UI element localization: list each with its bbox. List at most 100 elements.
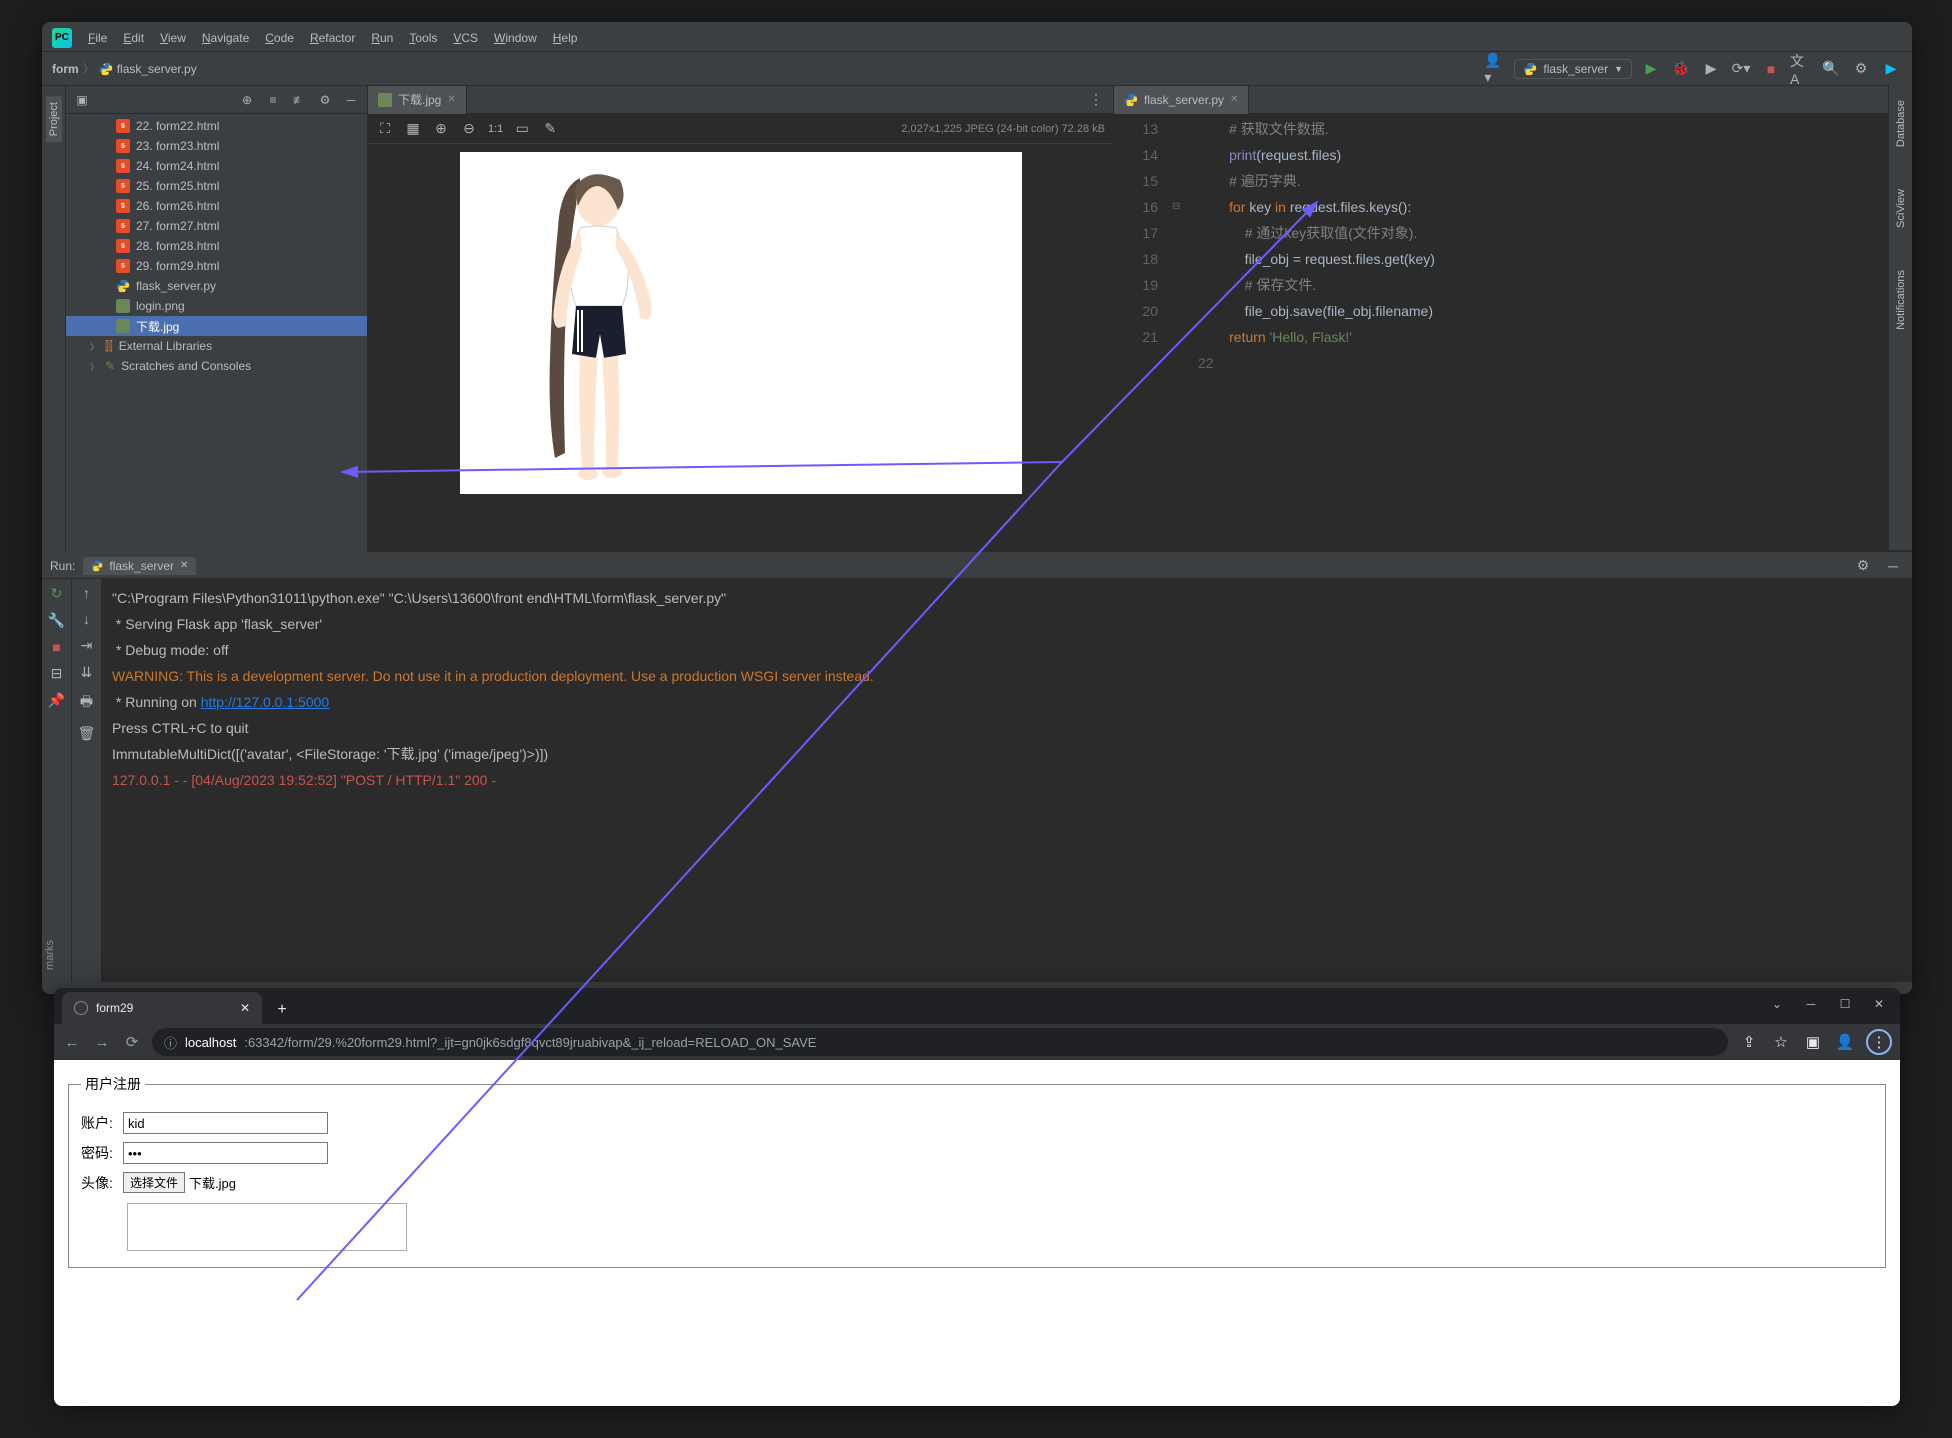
tree-file[interactable]: flask_server.py: [66, 276, 367, 296]
close-button[interactable]: ✕: [1864, 992, 1894, 1016]
print-icon[interactable]: 🖶: [80, 691, 93, 715]
menu-navigate[interactable]: Navigate: [194, 27, 257, 49]
stop-button[interactable]: ■: [1760, 58, 1782, 80]
run-tab[interactable]: flask_server ✕: [83, 557, 196, 575]
minimize-button[interactable]: ─: [1796, 992, 1826, 1016]
menu-vcs[interactable]: VCS: [445, 27, 486, 49]
tree-file[interactable]: 522. form22.html: [66, 116, 367, 136]
settings-icon[interactable]: ⚙: [1850, 58, 1872, 80]
breadcrumb-file[interactable]: flask_server.py: [117, 62, 197, 76]
close-tab-icon[interactable]: ✕: [447, 94, 455, 105]
down-icon[interactable]: ↓: [83, 611, 90, 627]
reload-button[interactable]: ⟳: [122, 1033, 142, 1051]
new-tab-button[interactable]: +: [268, 996, 296, 1024]
tree-file[interactable]: 524. form24.html: [66, 156, 367, 176]
layout-icon[interactable]: ⊟: [51, 665, 63, 682]
grid-icon[interactable]: ▦: [404, 120, 422, 137]
notifications-tool-tab[interactable]: Notifications: [1893, 264, 1909, 336]
menu-code[interactable]: Code: [257, 27, 302, 49]
menu-run[interactable]: Run: [363, 27, 401, 49]
tree-lib[interactable]: 〉✎Scratches and Consoles: [66, 356, 367, 376]
project-tool-tab[interactable]: Project: [46, 96, 62, 142]
maximize-button[interactable]: ☐: [1830, 992, 1860, 1016]
project-view-icon[interactable]: ▣: [72, 90, 92, 110]
eyedropper-icon[interactable]: ✎: [541, 120, 559, 137]
fit-icon[interactable]: ▭: [513, 120, 531, 137]
close-tab-icon[interactable]: ✕: [1230, 94, 1238, 105]
database-tool-tab[interactable]: Database: [1893, 94, 1909, 153]
project-tree[interactable]: 522. form22.html523. form23.html524. for…: [66, 114, 367, 552]
coverage-button[interactable]: ▶: [1700, 58, 1722, 80]
menu-edit[interactable]: Edit: [115, 27, 152, 49]
wrap-icon[interactable]: ⇥: [81, 637, 93, 654]
console-link[interactable]: http://127.0.0.1:5000: [201, 694, 329, 710]
run-settings-icon[interactable]: ⚙: [1852, 555, 1874, 577]
gear-icon[interactable]: ⚙: [315, 90, 335, 110]
expand-icon[interactable]: ≡: [263, 90, 283, 110]
menu-help[interactable]: Help: [545, 27, 586, 49]
editor-tab-image[interactable]: 下载.jpg ✕: [368, 86, 467, 114]
hide-icon[interactable]: ─: [341, 90, 361, 110]
breadcrumb-root[interactable]: form: [52, 62, 79, 76]
run-config-selector[interactable]: flask_server ▼: [1514, 59, 1632, 79]
fullscreen-icon[interactable]: ⛶: [376, 120, 394, 137]
close-tab-icon[interactable]: ✕: [240, 1001, 250, 1015]
run-button[interactable]: ▶: [1640, 58, 1662, 80]
scroll-icon[interactable]: ⇊: [81, 664, 93, 681]
locate-icon[interactable]: ⊕: [237, 90, 257, 110]
tree-file[interactable]: 528. form28.html: [66, 236, 367, 256]
tree-file[interactable]: 529. form29.html: [66, 256, 367, 276]
extensions-icon[interactable]: ▣: [1802, 1033, 1824, 1051]
password-input[interactable]: [123, 1142, 328, 1164]
tab-more-icon[interactable]: ⋮: [1085, 89, 1107, 111]
search-icon[interactable]: 🔍: [1820, 58, 1842, 80]
breadcrumb[interactable]: form 〉 flask_server.py: [52, 60, 197, 77]
account-input[interactable]: [123, 1112, 328, 1134]
menu-tools[interactable]: Tools: [401, 27, 445, 49]
menu-file[interactable]: File: [80, 27, 115, 49]
delete-icon[interactable]: 🗑: [78, 725, 96, 742]
sciview-tool-tab[interactable]: SciView: [1893, 183, 1909, 234]
choose-file-button[interactable]: 选择文件: [123, 1172, 185, 1193]
share-icon[interactable]: ⇪: [1738, 1033, 1760, 1051]
tree-file[interactable]: 527. form27.html: [66, 216, 367, 236]
wrench-icon[interactable]: 🔧: [48, 612, 65, 629]
tree-file[interactable]: 523. form23.html: [66, 136, 367, 156]
profile-icon[interactable]: 👤: [1834, 1033, 1856, 1051]
menu-view[interactable]: View: [152, 27, 194, 49]
zoom-in-icon[interactable]: ⊕: [432, 120, 450, 137]
tree-file[interactable]: 525. form25.html: [66, 176, 367, 196]
tree-file[interactable]: login.png: [66, 296, 367, 316]
close-run-tab-icon[interactable]: ✕: [180, 560, 188, 571]
bookmarks-tool-tab[interactable]: marks: [42, 936, 58, 974]
learn-icon[interactable]: ▶: [1880, 58, 1902, 80]
debug-button[interactable]: 🐞: [1670, 58, 1692, 80]
tree-lib[interactable]: 〉⫿⫿External Libraries: [66, 336, 367, 356]
submit-area[interactable]: [127, 1203, 407, 1251]
star-icon[interactable]: ☆: [1770, 1033, 1792, 1051]
back-button[interactable]: ←: [62, 1034, 82, 1051]
info-icon[interactable]: ⓘ: [164, 1033, 177, 1052]
run-hide-icon[interactable]: ─: [1882, 555, 1904, 577]
zoom-level[interactable]: 1:1: [488, 123, 503, 135]
rerun-icon[interactable]: ↻: [51, 585, 63, 602]
user-icon[interactable]: 👤▾: [1484, 58, 1506, 80]
profile-button[interactable]: ⟳▾: [1730, 58, 1752, 80]
tree-file[interactable]: 526. form26.html: [66, 196, 367, 216]
menu-window[interactable]: Window: [486, 27, 545, 49]
address-bar[interactable]: ⓘ localhost:63342/form/29.%20form29.html…: [152, 1028, 1728, 1056]
editor-tab-code[interactable]: flask_server.py ✕: [1114, 86, 1249, 114]
zoom-out-icon[interactable]: ⊖: [460, 120, 478, 137]
browser-tab[interactable]: form29 ✕: [62, 992, 262, 1024]
pin-icon[interactable]: 📌: [48, 692, 65, 709]
collapse-icon[interactable]: ≢: [289, 90, 309, 110]
up-icon[interactable]: ↑: [83, 585, 90, 601]
stop-icon[interactable]: ■: [52, 639, 60, 655]
chevron-down-icon[interactable]: ⌄: [1762, 992, 1792, 1016]
console-output[interactable]: "C:\Program Files\Python31011\python.exe…: [102, 579, 1912, 982]
forward-button[interactable]: →: [92, 1034, 112, 1051]
translate-icon[interactable]: 文A: [1790, 58, 1812, 80]
menu-refactor[interactable]: Refactor: [302, 27, 363, 49]
code-editor[interactable]: ✔ 131415161718192021 ⊟ # 获取文件数据. print(r…: [1114, 114, 1911, 552]
menu-icon[interactable]: ⋮: [1866, 1029, 1892, 1055]
